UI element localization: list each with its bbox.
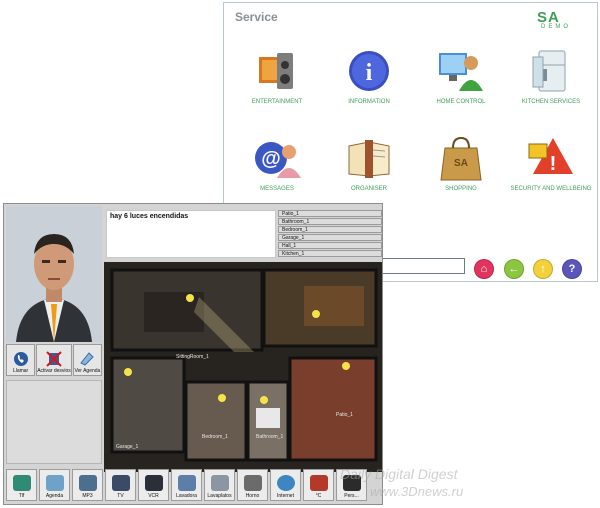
fridge-icon <box>527 47 575 95</box>
contact-buttons: Llamar Activar desvios Ver Agenda <box>6 344 102 376</box>
plan-label-bathroom: Bathroom_1 <box>256 434 284 440</box>
phone-icon <box>13 351 29 367</box>
phone-icon <box>12 475 31 491</box>
vcr-button[interactable]: VCR <box>138 469 169 501</box>
thermometer-icon <box>309 475 328 491</box>
agenda-icon <box>45 475 64 491</box>
security-icon: ! <box>527 134 575 182</box>
up-arrow-icon: ↑ <box>540 263 546 275</box>
tile-information[interactable]: i INFORMATION <box>324 47 414 105</box>
watermark-url: www.3Dnews.ru <box>370 484 464 499</box>
info-icon: i <box>345 47 393 95</box>
room-list: Patio_1 Bathroom_1 Bedroom_1 Garage_1 Ha… <box>278 210 382 260</box>
tile-entertainment[interactable]: ENTERTAINMENT <box>232 47 322 105</box>
washing-machine-button[interactable]: Lavadora <box>171 469 202 501</box>
floor-plan-view[interactable]: SittingRoom_1 Garage_1 Bedroom_1 Bathroo… <box>104 262 382 472</box>
home-button[interactable]: ⌂ <box>474 259 494 279</box>
agenda-icon <box>79 351 95 367</box>
tile-shopping[interactable]: SA SHOPPING <box>416 134 506 192</box>
call-forward-button[interactable]: Activar desvios <box>36 344 72 376</box>
room-item[interactable]: Hall_1 <box>278 242 382 249</box>
oven-icon <box>243 475 262 491</box>
service-title: Service <box>235 10 278 24</box>
vcr-icon <box>144 475 163 491</box>
plan-label-patio: Patio_1 <box>336 412 353 418</box>
plan-label-garage: Garage_1 <box>116 444 139 450</box>
sa-demo-logo: SA DEMO <box>537 9 571 30</box>
organiser-icon <box>345 134 393 182</box>
globe-icon <box>276 475 295 491</box>
room-item[interactable]: Kitchen_1 <box>278 250 382 257</box>
room-item[interactable]: Bedroom_1 <box>278 226 382 233</box>
room-item[interactable]: Patio_1 <box>278 210 382 217</box>
dishwasher-button[interactable]: Lavaplatos <box>204 469 235 501</box>
plan-label-sitting-room: SittingRoom_1 <box>176 354 209 360</box>
floor-plan-drawing <box>104 262 382 472</box>
plan-label-bedroom: Bedroom_1 <box>202 434 228 440</box>
up-button[interactable]: ↑ <box>533 259 553 279</box>
call-button[interactable]: Llamar <box>6 344 36 376</box>
internet-button[interactable]: Internet <box>270 469 301 501</box>
shopping-bag-icon: SA <box>437 134 485 182</box>
mp3-button[interactable]: MP3 <box>72 469 103 501</box>
home-icon: ⌂ <box>480 263 488 275</box>
device-toolbar: Tlf Agenda MP3 TV VCR Lavadora Lavaplato… <box>6 469 382 503</box>
watermark-title: Daily Digital Digest <box>340 466 458 482</box>
home-control-icon <box>437 47 485 95</box>
dishwasher-icon <box>210 475 229 491</box>
oven-button[interactable]: Horno <box>237 469 268 501</box>
room-item[interactable]: Garage_1 <box>278 234 382 241</box>
side-panel <box>6 380 102 464</box>
help-button[interactable]: ? <box>562 259 582 279</box>
tile-security-wellbeing[interactable]: ! SECURITY AND WELLBEING <box>506 134 596 192</box>
back-button[interactable]: ← <box>504 259 524 279</box>
service-text-field[interactable] <box>381 258 465 274</box>
svg-text:i: i <box>366 60 373 86</box>
tile-organiser[interactable]: ORGANISER <box>324 134 414 192</box>
svg-text:SA: SA <box>454 158 468 169</box>
tv-button[interactable]: TV <box>105 469 136 501</box>
room-item[interactable]: Bathroom_1 <box>278 218 382 225</box>
view-agenda-button[interactable]: Ver Agenda <box>72 344 102 376</box>
music-icon <box>78 475 97 491</box>
tile-kitchen-services[interactable]: KITCHEN SERVICES <box>506 47 596 105</box>
status-message: hay 6 luces encendidas <box>106 210 276 258</box>
back-arrow-icon: ← <box>508 263 520 275</box>
svg-text:!: ! <box>550 153 557 175</box>
washing-machine-icon <box>177 475 196 491</box>
email-icon: @ <box>253 134 301 182</box>
home-control-window: Llamar Activar desvios Ver Agenda hay 6 … <box>3 203 383 505</box>
tile-home-control[interactable]: HOME CONTROL <box>416 47 506 105</box>
tv-icon <box>111 475 130 491</box>
agenda-button[interactable]: Agenda <box>39 469 70 501</box>
tv-icon <box>253 47 301 95</box>
call-forward-icon <box>46 351 62 367</box>
contact-portrait <box>6 206 102 342</box>
phone-button[interactable]: Tlf <box>6 469 37 501</box>
tile-messages[interactable]: @ MESSAGES <box>232 134 322 192</box>
svg-text:@: @ <box>261 148 281 170</box>
help-icon: ? <box>568 263 576 275</box>
temperature-button[interactable]: °C <box>303 469 334 501</box>
